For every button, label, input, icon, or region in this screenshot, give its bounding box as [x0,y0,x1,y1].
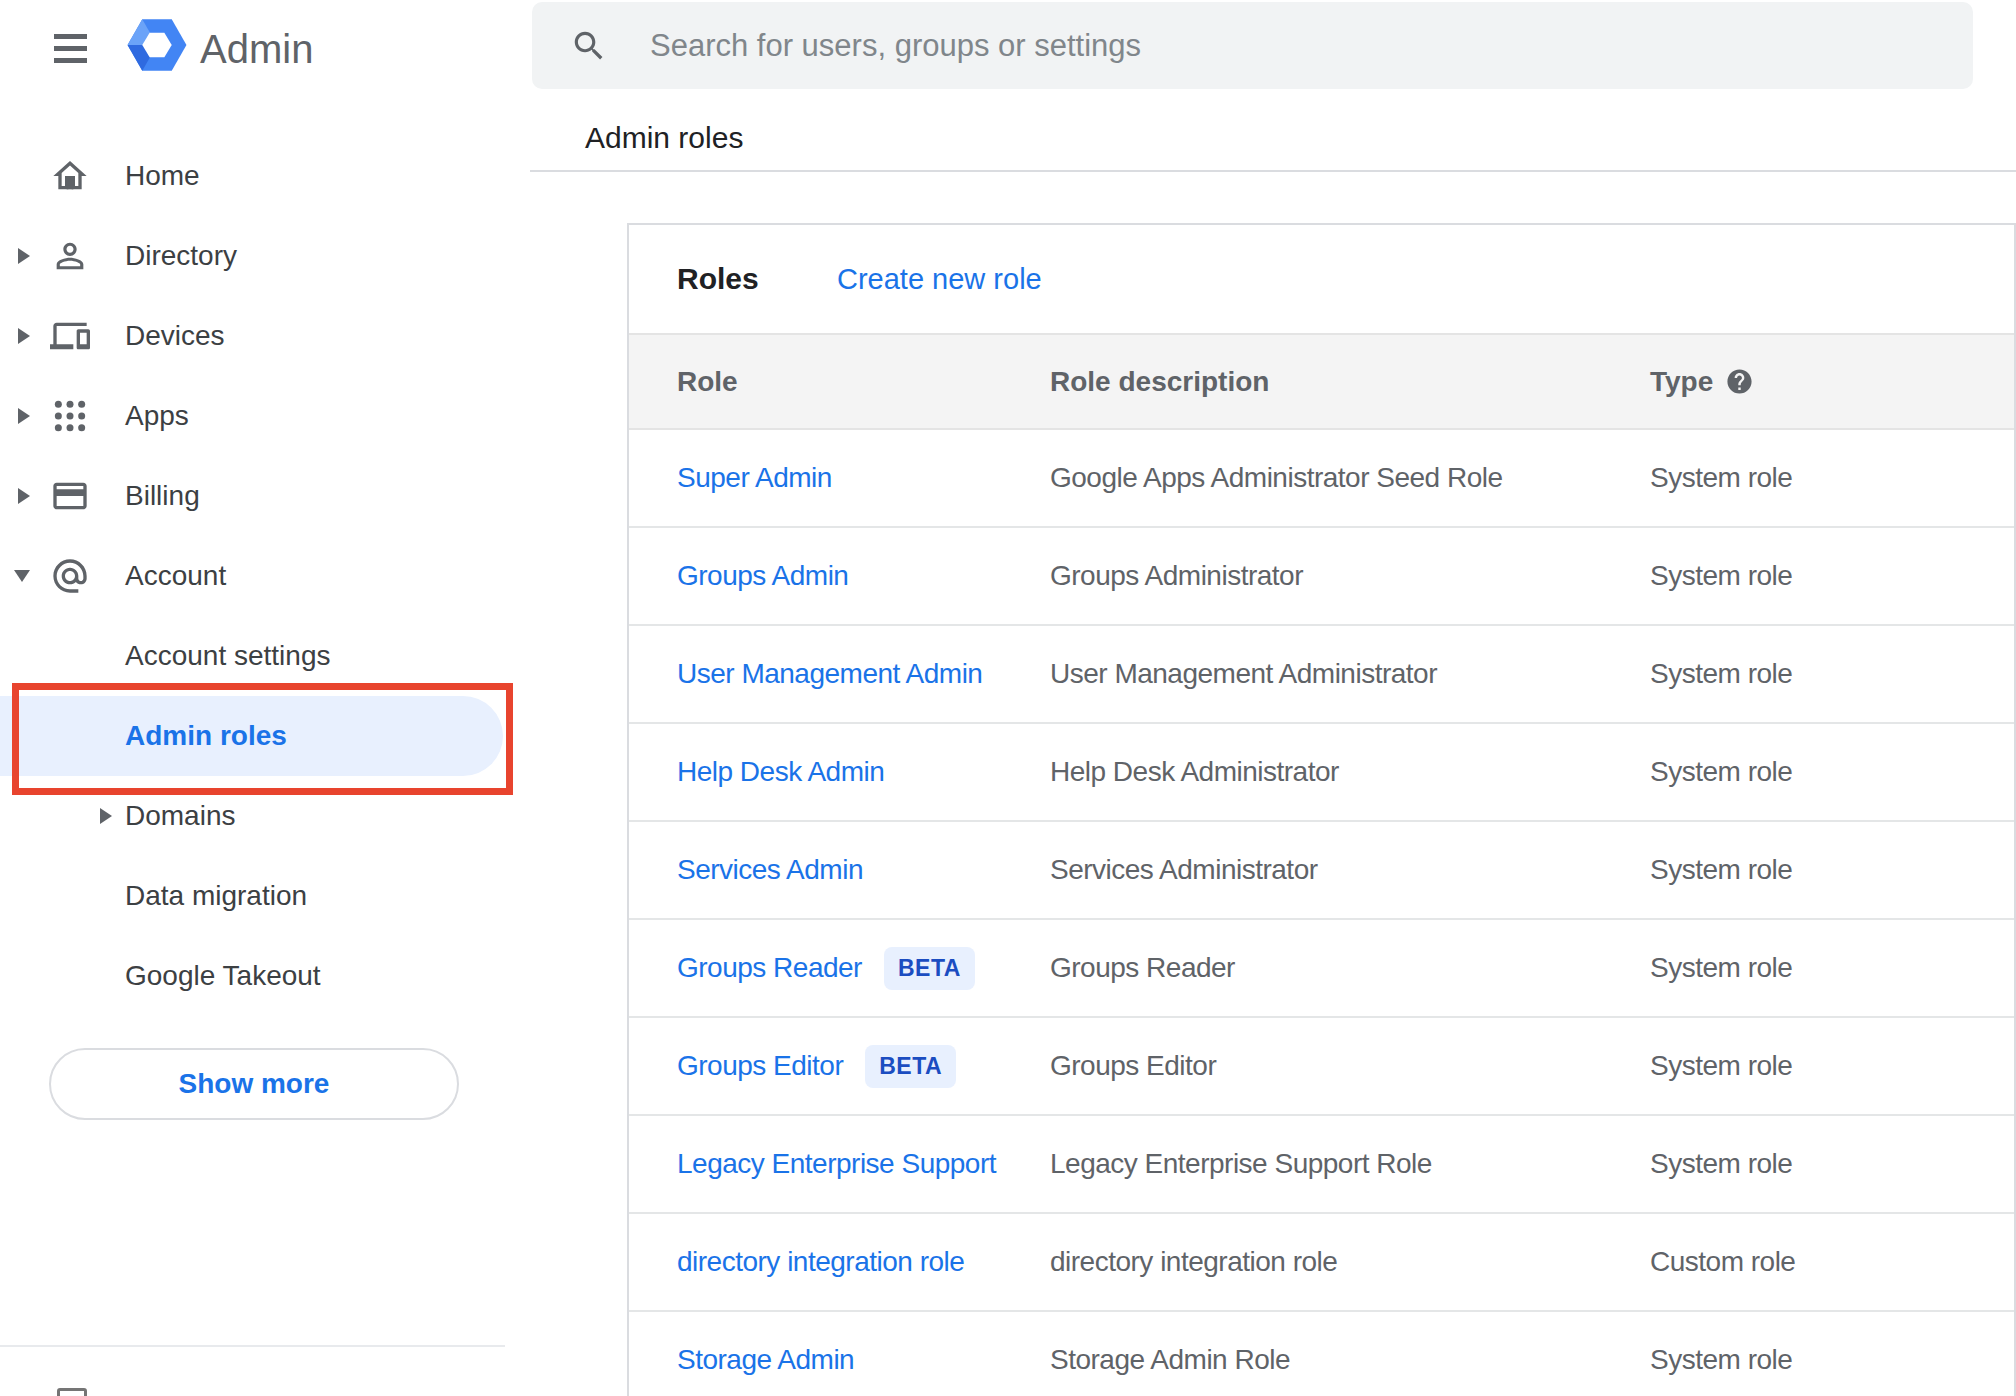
role-link[interactable]: Groups Admin [677,560,848,592]
sidebar-item-label: Account [125,560,226,592]
annotation-rectangle [12,683,513,795]
sidebar-item-label: Devices [125,320,225,352]
brand-title: Admin [200,25,313,73]
breadcrumb: Admin roles [585,121,743,155]
column-header-description: Role description [1050,366,1269,398]
beta-badge: BETA [865,1045,956,1088]
role-type: System role [1650,462,1792,494]
role-link[interactable]: Help Desk Admin [677,756,884,788]
create-new-role-link[interactable]: Create new role [837,263,1042,296]
role-description: Google Apps Administrator Seed Role [1050,462,1503,494]
role-description: Storage Admin Role [1050,1344,1290,1376]
table-row: directory integration role directory inte… [629,1214,2014,1312]
role-description: Groups Editor [1050,1050,1216,1082]
table-row: Storage Admin Storage Admin Role System ro… [629,1312,2014,1396]
role-link[interactable]: Super Admin [677,462,832,494]
column-header-role: Role [677,366,738,398]
sidebar-item-label: Google Takeout [125,960,321,992]
role-link[interactable]: User Management Admin [677,658,982,690]
column-header-type: Type [1650,366,1713,398]
sidebar-item-billing[interactable]: Billing [0,456,530,536]
search-input[interactable]: Search for users, groups or settings [532,2,1973,89]
table-header-row: Role Role description Type [629,333,2014,430]
expand-arrow-icon[interactable] [18,328,30,344]
table-row: Help Desk Admin Help Desk Administrator Sy… [629,724,2014,822]
feedback-icon[interactable] [57,1388,87,1396]
expand-arrow-icon[interactable] [18,488,30,504]
role-description: Help Desk Administrator [1050,756,1339,788]
roles-title: Roles [677,262,759,296]
sidebar-item-google-takeout[interactable]: Google Takeout [0,936,530,1016]
role-link[interactable]: Groups Reader [677,952,862,984]
role-description: directory integration role [1050,1246,1337,1278]
help-icon[interactable] [1725,367,1754,396]
role-description: User Management Administrator [1050,658,1437,690]
roles-table-body: Super Admin Google Apps Administrator See… [629,430,2014,1396]
table-row: User Management Admin User Management Adm… [629,626,2014,724]
role-type: System role [1650,1344,1792,1376]
sidebar-nav: Home Directory Devices Apps Billing Account Ac… [0,136,530,1016]
sidebar-item-label: Domains [125,800,235,832]
collapse-arrow-icon[interactable] [14,570,30,582]
role-type: System role [1650,1050,1792,1082]
role-type: System role [1650,952,1792,984]
role-type: System role [1650,756,1792,788]
role-link[interactable]: Groups Editor [677,1050,843,1082]
sidebar-bottom-divider [0,1345,505,1347]
role-link[interactable]: Storage Admin [677,1344,854,1376]
sidebar-item-home[interactable]: Home [0,136,530,216]
role-description: Groups Reader [1050,952,1235,984]
role-type: System role [1650,854,1792,886]
search-icon [570,27,608,65]
table-row: Groups Reader BETA Groups Reader System rol… [629,920,2014,1018]
sidebar-item-label: Directory [125,240,237,272]
hamburger-icon[interactable] [54,34,87,70]
roles-card-header: Roles Create new role [629,225,2014,333]
sidebar-item-directory[interactable]: Directory [0,216,530,296]
role-description: Services Administrator [1050,854,1318,886]
search-placeholder: Search for users, groups or settings [650,28,1141,64]
table-row: Groups Admin Groups Administrator System r… [629,528,2014,626]
at-icon [50,556,90,596]
expand-arrow-icon[interactable] [100,808,112,824]
breadcrumb-divider [530,170,2016,172]
role-type: System role [1650,1148,1792,1180]
sidebar-item-devices[interactable]: Devices [0,296,530,376]
role-description: Legacy Enterprise Support Role [1050,1148,1432,1180]
sidebar-item-data-migration[interactable]: Data migration [0,856,530,936]
person-icon [50,236,90,276]
apps-icon [50,396,90,436]
home-icon [50,156,90,196]
sidebar-item-account[interactable]: Account [0,536,530,616]
show-more-button[interactable]: Show more [49,1048,459,1120]
table-row: Legacy Enterprise Support Legacy Enterpri… [629,1116,2014,1214]
sidebar-item-label: Billing [125,480,200,512]
table-row: Super Admin Google Apps Administrator See… [629,430,2014,528]
role-type: Custom role [1650,1246,1795,1278]
expand-arrow-icon[interactable] [18,248,30,264]
sidebar-item-label: Home [125,160,200,192]
expand-arrow-icon[interactable] [18,408,30,424]
google-admin-logo-icon [127,18,187,76]
beta-badge: BETA [884,947,975,990]
sidebar-item-label: Account settings [125,640,330,672]
role-link[interactable]: Legacy Enterprise Support [677,1148,996,1180]
sidebar-item-label: Apps [125,400,189,432]
role-type: System role [1650,658,1792,690]
devices-icon [50,316,90,356]
card-icon [50,476,90,516]
role-link[interactable]: Services Admin [677,854,863,886]
role-link[interactable]: directory integration role [677,1246,964,1278]
sidebar-item-apps[interactable]: Apps [0,376,530,456]
roles-card: Roles Create new role Role Role descript… [627,223,2016,1396]
role-type: System role [1650,560,1792,592]
table-row: Groups Editor BETA Groups Editor System rol… [629,1018,2014,1116]
role-description: Groups Administrator [1050,560,1303,592]
sidebar-item-label: Data migration [125,880,307,912]
table-row: Services Admin Services Administrator Syst… [629,822,2014,920]
